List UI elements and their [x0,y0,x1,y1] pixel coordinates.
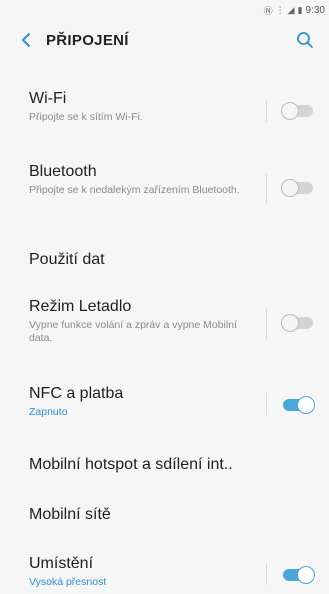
data-usage-row[interactable]: Použití dat [0,250,329,270]
nfc-label: NFC a platba [29,385,124,402]
wifi-description: Připojte se k sítím Wi-Fi. [29,111,143,123]
airplane-mode-divider [266,309,267,339]
nfc-divider [266,393,267,415]
app-bar: PŘIPOJENÍ [0,20,329,60]
nfc-row[interactable]: NFC a platba Zapnuto [0,384,329,419]
bluetooth-row[interactable]: Bluetooth Připojte se k nedalekým zaříze… [0,162,329,197]
bluetooth-toggle[interactable] [281,179,315,197]
location-status: Vysoká přesnost [29,576,107,588]
wifi-label: Wi-Fi [29,90,67,107]
location-row[interactable]: Umístění Vysoká přesnost [0,554,329,589]
nfc-toggle[interactable] [281,396,315,414]
status-bar: Ⓝ ⋮ ◢ ▮ 9:30 [0,0,329,20]
mobile-networks-row[interactable]: Mobilní sítě [0,505,329,525]
mobile-networks-label: Mobilní sítě [29,506,111,523]
location-label: Umístění [29,555,94,572]
battery-icon: ▮ [297,4,303,15]
wifi-row[interactable]: Wi-Fi Připojte se k sítím Wi-Fi. [0,89,329,124]
location-toggle[interactable] [281,566,315,584]
location-divider [266,563,267,585]
bluetooth-label: Bluetooth [29,163,97,180]
back-button[interactable] [6,32,46,48]
bluetooth-description: Připojte se k nedalekým zařízením Blueto… [29,184,240,196]
page-title: PŘIPOJENÍ [46,31,129,49]
airplane-mode-label: Režim Letadlo [29,298,132,315]
wifi-divider [266,100,267,122]
nfc-icon: Ⓝ [263,5,273,16]
airplane-mode-row[interactable]: Režim Letadlo Vypne funkce volání a zprá… [0,297,329,345]
hotspot-row[interactable]: Mobilní hotspot a sdílení int.. [0,455,329,475]
hotspot-label: Mobilní hotspot a sdílení int.. [29,456,233,473]
chevron-left-icon [22,33,30,47]
nfc-status: Zapnuto [29,406,68,418]
airplane-mode-toggle[interactable] [281,314,315,332]
status-time: 9:30 [305,4,325,16]
lte-icon: ⋮ [275,4,285,15]
search-button[interactable] [295,30,315,50]
signal-icon: ◢ [287,4,295,15]
bluetooth-divider [266,174,267,204]
search-icon [297,32,313,48]
airplane-mode-description: Vypne funkce volání a zpráv a vypne Mobi… [29,319,237,344]
data-usage-label: Použití dat [29,251,105,268]
wifi-toggle[interactable] [281,102,315,120]
